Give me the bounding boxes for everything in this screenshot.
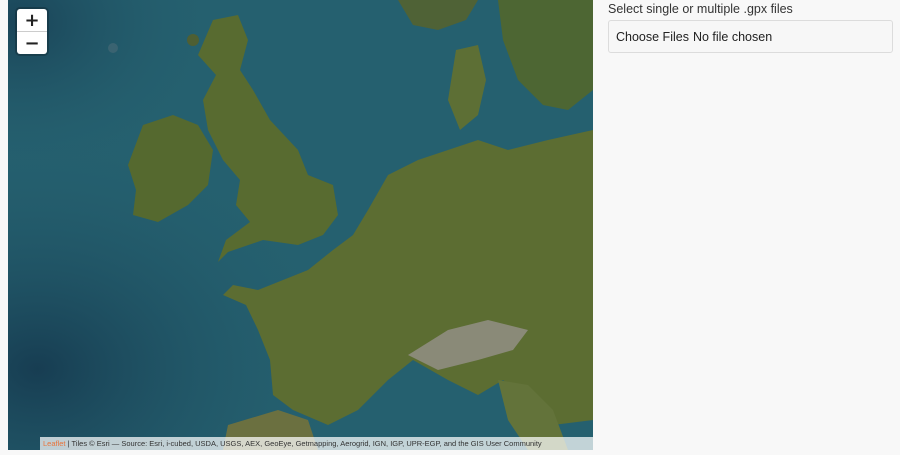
satellite-map-tiles[interactable] <box>8 0 593 450</box>
upload-panel: Select single or multiple .gpx files Cho… <box>608 0 893 53</box>
map-attribution: Leaflet | Tiles © Esri — Source: Esri, i… <box>40 437 593 450</box>
file-select-label: Select single or multiple .gpx files <box>608 2 793 16</box>
land-island <box>108 43 118 53</box>
choose-files-button[interactable]: Choose Files <box>616 30 689 44</box>
gpx-file-input[interactable]: Choose Files No file chosen <box>608 20 893 53</box>
leaflet-link[interactable]: Leaflet <box>43 439 66 448</box>
attribution-text: | Tiles © Esri — Source: Esri, i-cubed, … <box>65 439 542 448</box>
land-island <box>187 34 199 46</box>
zoom-in-button[interactable]: + <box>17 9 47 31</box>
zoom-control: + − <box>17 9 47 54</box>
map-view[interactable]: + − Leaflet | Tiles © Esri — Source: Esr… <box>8 0 593 450</box>
file-status-text: No file chosen <box>692 29 773 44</box>
zoom-out-button[interactable]: − <box>17 31 47 54</box>
